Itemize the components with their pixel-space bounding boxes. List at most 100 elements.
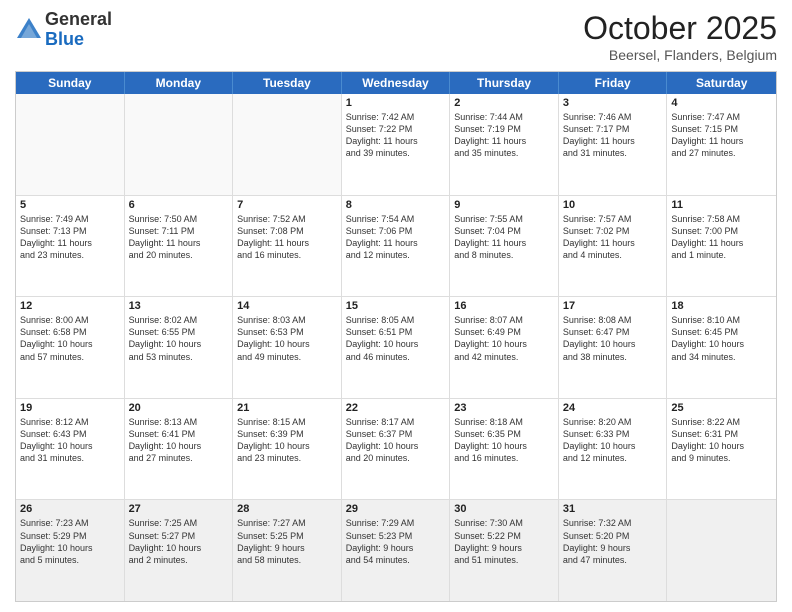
cal-cell-day-22: 22 Sunrise: 8:17 AMSunset: 6:37 PMDayligh… <box>342 399 451 500</box>
day-number: 10 <box>563 199 663 211</box>
day-info: Sunrise: 7:46 AMSunset: 7:17 PMDaylight:… <box>563 111 663 160</box>
cal-cell-day-11: 11Sunrise: 7:58 AMSunset: 7:00 PMDayligh… <box>667 196 776 297</box>
cal-header-tuesday: Tuesday <box>233 72 342 94</box>
day-info: Sunrise: 8:08 AMSunset: 6:47 PMDaylight:… <box>563 314 663 363</box>
day-number: 31 <box>563 503 663 515</box>
day-number: 19 <box>20 402 120 414</box>
day-number: 9 <box>454 199 554 211</box>
day-number: 23 <box>454 402 554 414</box>
cal-cell-day-10: 10 Sunrise: 7:57 AMSunset: 7:02 PMDayligh… <box>559 196 668 297</box>
cal-cell-day-6: 6Sunrise: 7:50 AMSunset: 7:11 PMDaylight… <box>125 196 234 297</box>
day-info: Sunrise: 8:07 AMSunset: 6:49 PMDaylight:… <box>454 314 554 363</box>
day-info: Sunrise: 7:47 AMSunset: 7:15 PMDaylight:… <box>671 111 772 160</box>
cal-header-friday: Friday <box>559 72 668 94</box>
day-number: 5 <box>20 199 120 211</box>
day-number: 26 <box>20 503 120 515</box>
cal-cell-day-5: 5 Sunrise: 7:49 AMSunset: 7:13 PMDaylight… <box>16 196 125 297</box>
cal-cell-day-28: 28 Sunrise: 7:27 AMSunset: 5:25 PMDayligh… <box>233 500 342 601</box>
day-number: 18 <box>671 300 772 312</box>
day-number: 20 <box>129 402 229 414</box>
day-number: 27 <box>129 503 229 515</box>
day-number: 7 <box>237 199 337 211</box>
day-info: Sunrise: 7:54 AMSunset: 7:06 PMDaylight:… <box>346 213 446 262</box>
cal-cell-day-3: 3 Sunrise: 7:46 AMSunset: 7:17 PMDaylight… <box>559 94 668 195</box>
location: Beersel, Flanders, Belgium <box>583 47 777 63</box>
day-number: 25 <box>671 402 772 414</box>
day-info: Sunrise: 7:25 AMSunset: 5:27 PMDaylight:… <box>129 517 229 566</box>
logo-text: General Blue <box>45 10 112 50</box>
day-info: Sunrise: 8:17 AMSunset: 6:37 PMDaylight:… <box>346 416 446 465</box>
day-info: Sunrise: 7:58 AMSunset: 7:00 PMDaylight:… <box>671 213 772 262</box>
day-info: Sunrise: 8:15 AMSunset: 6:39 PMDaylight:… <box>237 416 337 465</box>
day-number: 17 <box>563 300 663 312</box>
calendar-header-row: SundayMondayTuesdayWednesdayThursdayFrid… <box>16 72 776 94</box>
cal-cell-day-25: 25 Sunrise: 8:22 AMSunset: 6:31 PMDayligh… <box>667 399 776 500</box>
cal-cell-day-4: 4Sunrise: 7:47 AMSunset: 7:15 PMDaylight… <box>667 94 776 195</box>
header: General Blue October 2025 Beersel, Fland… <box>15 10 777 63</box>
logo: General Blue <box>15 10 112 50</box>
day-number: 14 <box>237 300 337 312</box>
day-info: Sunrise: 7:57 AMSunset: 7:02 PMDaylight:… <box>563 213 663 262</box>
month-title: October 2025 <box>583 10 777 47</box>
cal-cell-day-23: 23 Sunrise: 8:18 AMSunset: 6:35 PMDayligh… <box>450 399 559 500</box>
day-info: Sunrise: 7:55 AMSunset: 7:04 PMDaylight:… <box>454 213 554 262</box>
cal-cell-empty <box>16 94 125 195</box>
cal-cell-day-16: 16 Sunrise: 8:07 AMSunset: 6:49 PMDayligh… <box>450 297 559 398</box>
day-info: Sunrise: 8:05 AMSunset: 6:51 PMDaylight:… <box>346 314 446 363</box>
day-info: Sunrise: 8:00 AMSunset: 6:58 PMDaylight:… <box>20 314 120 363</box>
cal-week-5: 26 Sunrise: 7:23 AMSunset: 5:29 PMDayligh… <box>16 500 776 601</box>
cal-cell-day-15: 15Sunrise: 8:05 AMSunset: 6:51 PMDayligh… <box>342 297 451 398</box>
calendar-body: 1 Sunrise: 7:42 AMSunset: 7:22 PMDaylight… <box>16 94 776 601</box>
cal-cell-day-7: 7 Sunrise: 7:52 AMSunset: 7:08 PMDaylight… <box>233 196 342 297</box>
cal-cell-empty <box>233 94 342 195</box>
day-number: 3 <box>563 97 663 109</box>
day-number: 29 <box>346 503 446 515</box>
day-number: 28 <box>237 503 337 515</box>
cal-cell-day-14: 14Sunrise: 8:03 AMSunset: 6:53 PMDayligh… <box>233 297 342 398</box>
day-info: Sunrise: 8:18 AMSunset: 6:35 PMDaylight:… <box>454 416 554 465</box>
day-number: 2 <box>454 97 554 109</box>
cal-week-2: 5 Sunrise: 7:49 AMSunset: 7:13 PMDaylight… <box>16 196 776 298</box>
day-info: Sunrise: 8:22 AMSunset: 6:31 PMDaylight:… <box>671 416 772 465</box>
cal-cell-day-20: 20Sunrise: 8:13 AMSunset: 6:41 PMDayligh… <box>125 399 234 500</box>
cal-cell-day-8: 8Sunrise: 7:54 AMSunset: 7:06 PMDaylight… <box>342 196 451 297</box>
logo-blue-text: Blue <box>45 30 112 50</box>
cal-header-thursday: Thursday <box>450 72 559 94</box>
cal-cell-day-19: 19 Sunrise: 8:12 AMSunset: 6:43 PMDayligh… <box>16 399 125 500</box>
header-right: October 2025 Beersel, Flanders, Belgium <box>583 10 777 63</box>
day-number: 24 <box>563 402 663 414</box>
day-number: 1 <box>346 97 446 109</box>
cal-cell-empty <box>125 94 234 195</box>
day-info: Sunrise: 7:27 AMSunset: 5:25 PMDaylight:… <box>237 517 337 566</box>
day-number: 16 <box>454 300 554 312</box>
logo-icon <box>15 16 43 44</box>
cal-cell-day-29: 29 Sunrise: 7:29 AMSunset: 5:23 PMDayligh… <box>342 500 451 601</box>
day-info: Sunrise: 7:44 AMSunset: 7:19 PMDaylight:… <box>454 111 554 160</box>
cal-week-3: 12Sunrise: 8:00 AMSunset: 6:58 PMDayligh… <box>16 297 776 399</box>
day-info: Sunrise: 7:42 AMSunset: 7:22 PMDaylight:… <box>346 111 446 160</box>
day-info: Sunrise: 7:49 AMSunset: 7:13 PMDaylight:… <box>20 213 120 262</box>
calendar: SundayMondayTuesdayWednesdayThursdayFrid… <box>15 71 777 602</box>
day-info: Sunrise: 8:02 AMSunset: 6:55 PMDaylight:… <box>129 314 229 363</box>
day-info: Sunrise: 7:29 AMSunset: 5:23 PMDaylight:… <box>346 517 446 566</box>
cal-cell-day-18: 18Sunrise: 8:10 AMSunset: 6:45 PMDayligh… <box>667 297 776 398</box>
day-number: 13 <box>129 300 229 312</box>
cal-cell-day-27: 27 Sunrise: 7:25 AMSunset: 5:27 PMDayligh… <box>125 500 234 601</box>
cal-cell-day-30: 30Sunrise: 7:30 AMSunset: 5:22 PMDayligh… <box>450 500 559 601</box>
day-info: Sunrise: 7:52 AMSunset: 7:08 PMDaylight:… <box>237 213 337 262</box>
page: General Blue October 2025 Beersel, Fland… <box>0 0 792 612</box>
day-info: Sunrise: 7:23 AMSunset: 5:29 PMDaylight:… <box>20 517 120 566</box>
day-number: 21 <box>237 402 337 414</box>
cal-cell-day-17: 17 Sunrise: 8:08 AMSunset: 6:47 PMDayligh… <box>559 297 668 398</box>
day-info: Sunrise: 8:12 AMSunset: 6:43 PMDaylight:… <box>20 416 120 465</box>
cal-cell-day-24: 24 Sunrise: 8:20 AMSunset: 6:33 PMDayligh… <box>559 399 668 500</box>
cal-cell-day-9: 9 Sunrise: 7:55 AMSunset: 7:04 PMDaylight… <box>450 196 559 297</box>
cal-cell-day-12: 12Sunrise: 8:00 AMSunset: 6:58 PMDayligh… <box>16 297 125 398</box>
day-number: 22 <box>346 402 446 414</box>
cal-header-sunday: Sunday <box>16 72 125 94</box>
cal-header-saturday: Saturday <box>667 72 776 94</box>
day-info: Sunrise: 7:30 AMSunset: 5:22 PMDaylight:… <box>454 517 554 566</box>
day-info: Sunrise: 8:20 AMSunset: 6:33 PMDaylight:… <box>563 416 663 465</box>
cal-cell-empty <box>667 500 776 601</box>
logo-general-text: General <box>45 10 112 30</box>
